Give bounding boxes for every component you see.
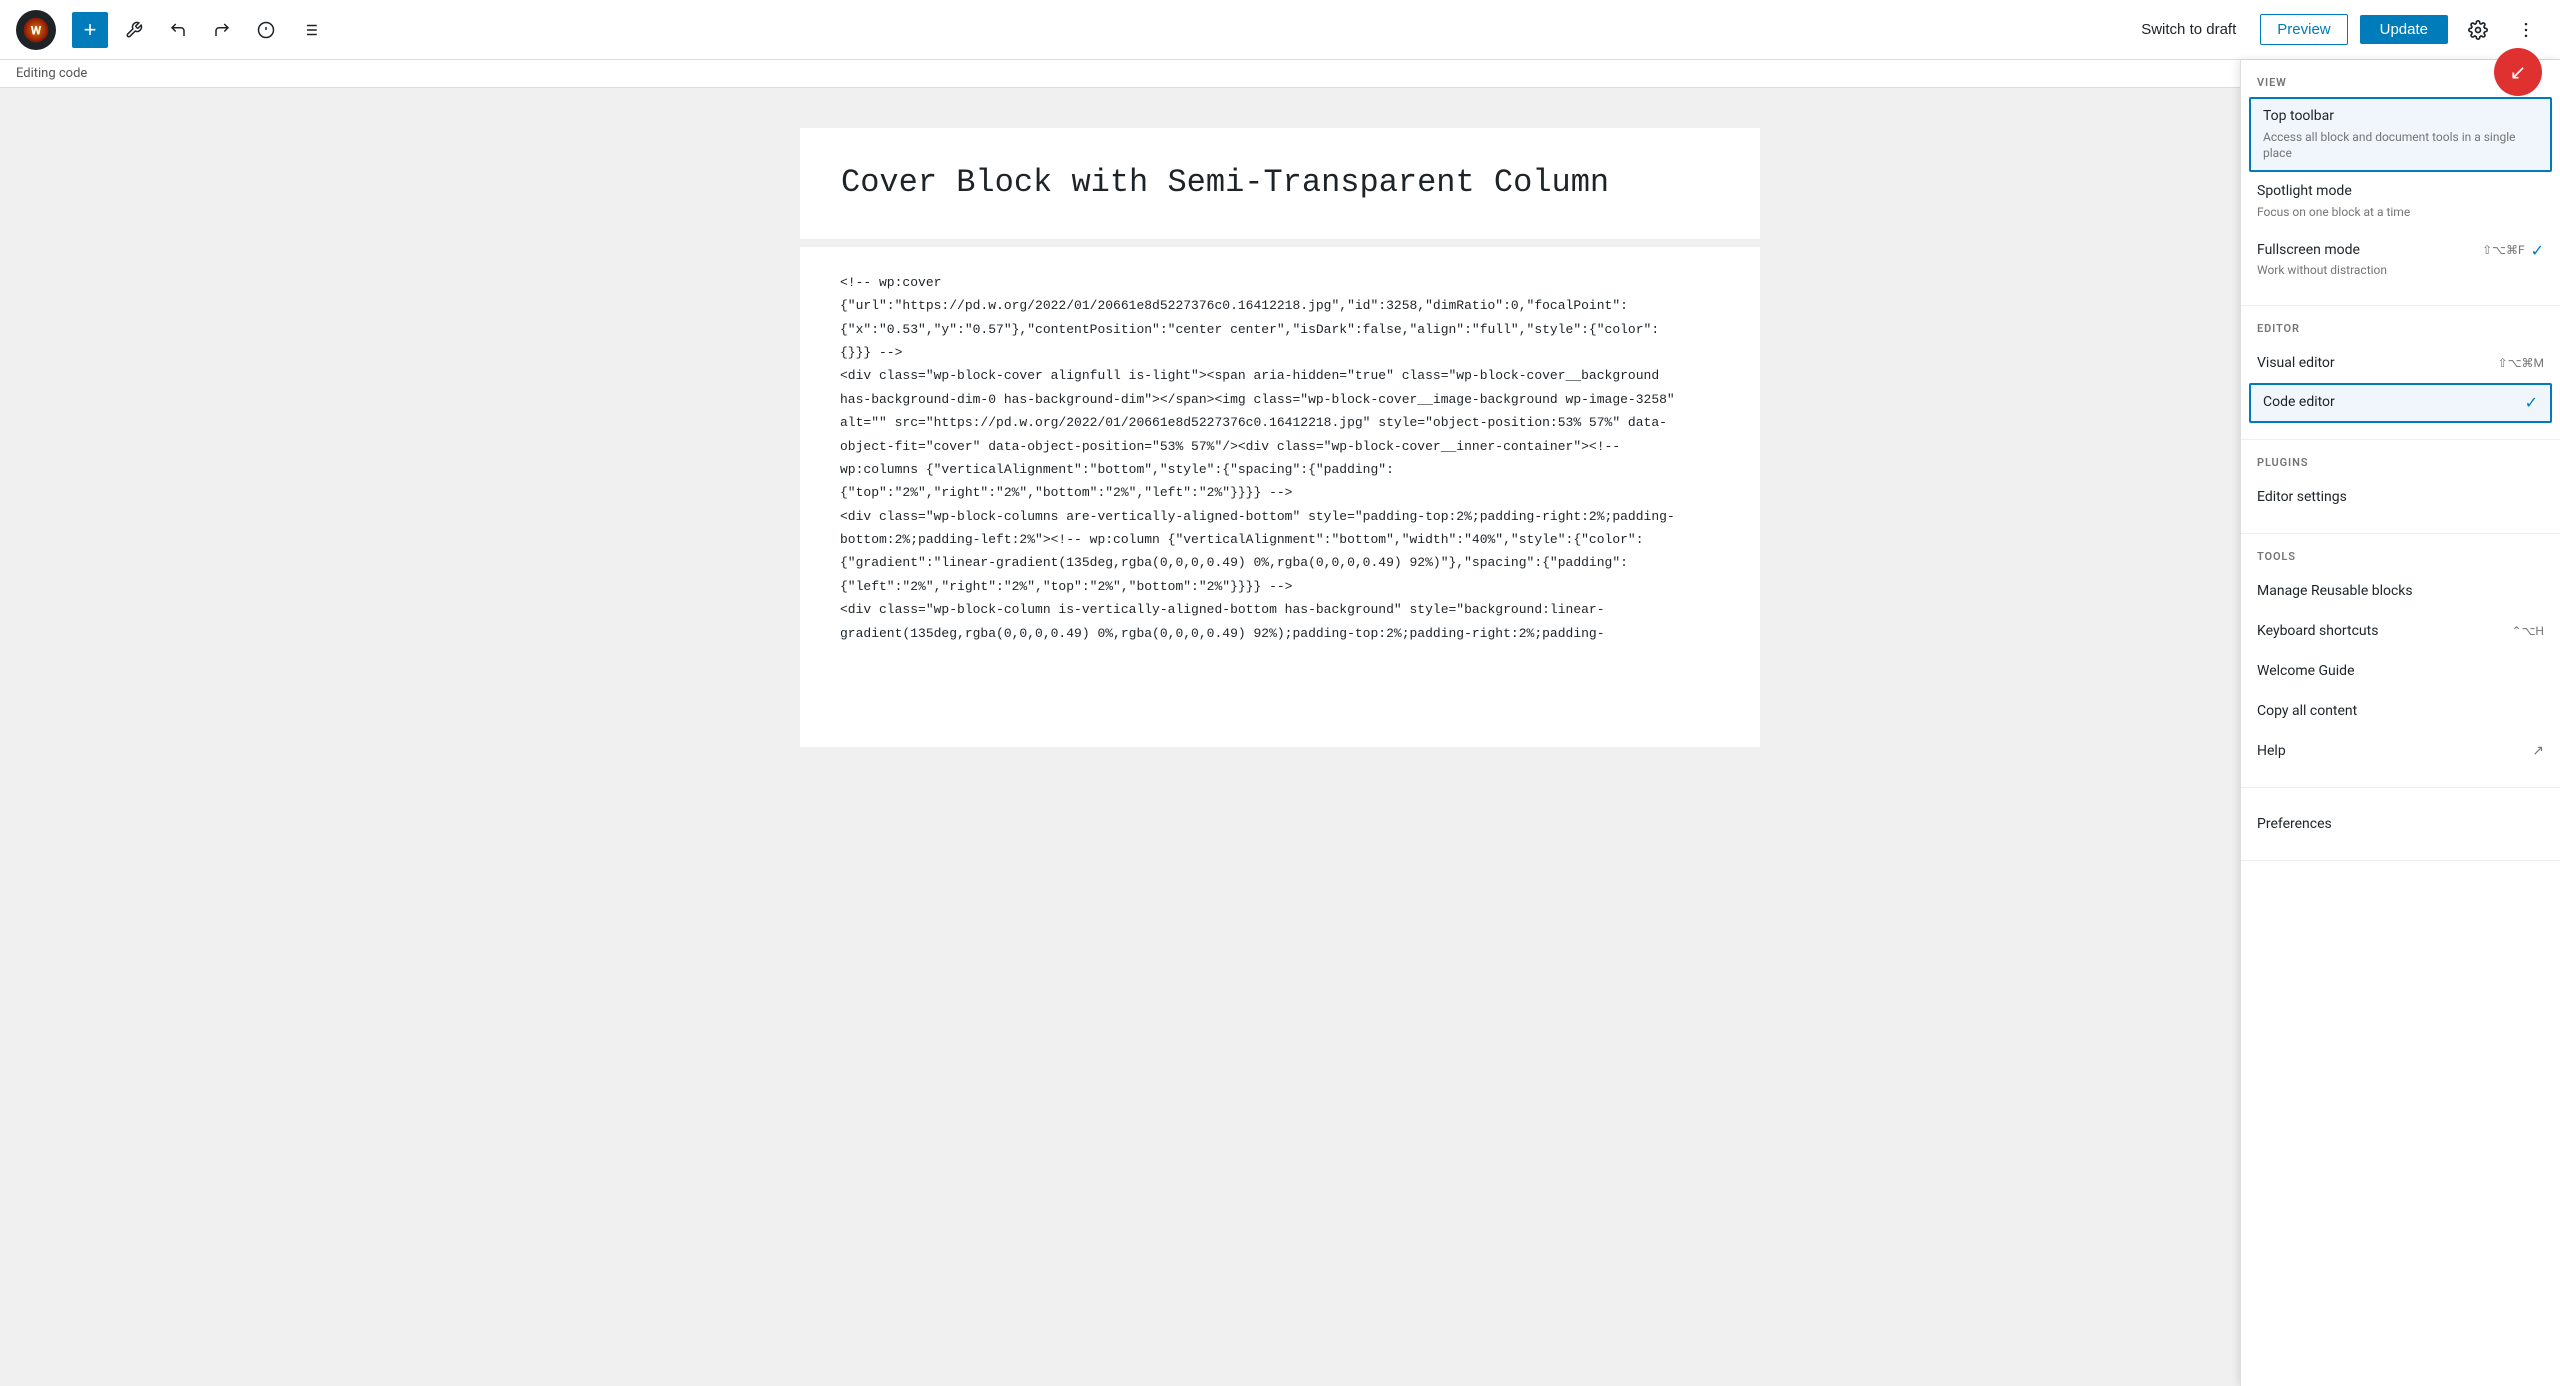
plugins-section: PLUGINS Editor settings	[2241, 440, 2560, 534]
help-external-icon: ↗	[2532, 743, 2544, 759]
switch-to-draft-button[interactable]: Switch to draft	[2129, 15, 2248, 44]
more-options-button[interactable]	[2508, 12, 2544, 48]
cursor-indicator: ↙	[2494, 48, 2542, 96]
fullscreen-check-icon: ✓	[2531, 241, 2544, 260]
plugins-section-label: PLUGINS	[2241, 456, 2560, 477]
keyboard-shortcuts-shortcut: ⌃⌥H	[2512, 624, 2544, 638]
spotlight-title: Spotlight mode	[2257, 182, 2544, 202]
tools-button[interactable]	[116, 12, 152, 48]
top-toolbar-item[interactable]: Top toolbar Access all block and documen…	[2249, 97, 2552, 172]
editor-section: EDITOR Visual editor ⇧⌥⌘M Code editor ✓	[2241, 306, 2560, 440]
preferences-section: Preferences	[2241, 788, 2560, 861]
code-editor-block[interactable]: <!-- wp:cover {"url":"https://pd.w.org/2…	[800, 247, 1760, 747]
editor-settings-label: Editor settings	[2257, 489, 2347, 505]
info-button[interactable]	[248, 12, 284, 48]
top-toolbar-title: Top toolbar	[2263, 107, 2538, 127]
top-bar-left: W +	[16, 10, 2129, 50]
help-item[interactable]: Help ↗	[2241, 731, 2560, 771]
redo-button[interactable]	[204, 12, 240, 48]
post-title-block: Cover Block with Semi-Transparent Column	[800, 128, 1760, 239]
top-bar-right: Switch to draft Preview Update	[2129, 12, 2544, 48]
manage-reusable-label: Manage Reusable blocks	[2257, 583, 2413, 599]
top-toolbar-desc: Access all block and document tools in a…	[2263, 129, 2538, 163]
view-section: VIEW Top toolbar Access all block and do…	[2241, 60, 2560, 306]
editing-bar: Editing code	[0, 60, 2560, 88]
code-editor-title: Code editor	[2263, 393, 2517, 413]
add-block-button[interactable]: +	[72, 12, 108, 48]
copy-all-item[interactable]: Copy all content	[2241, 691, 2560, 731]
update-button[interactable]: Update	[2360, 15, 2448, 44]
editor-settings-item[interactable]: Editor settings	[2241, 477, 2560, 517]
fullscreen-title: Fullscreen mode	[2257, 241, 2474, 261]
dropdown-panel: VIEW Top toolbar Access all block and do…	[2240, 60, 2560, 1386]
spotlight-desc: Focus on one block at a time	[2257, 204, 2544, 221]
editor-section-label: EDITOR	[2241, 322, 2560, 343]
welcome-guide-item[interactable]: Welcome Guide	[2241, 651, 2560, 691]
visual-editor-shortcut: ⇧⌥⌘M	[2498, 356, 2544, 370]
tools-section: TOOLS Manage Reusable blocks Keyboard sh…	[2241, 534, 2560, 788]
post-title: Cover Block with Semi-Transparent Column	[841, 161, 1719, 206]
settings-button[interactable]	[2460, 12, 2496, 48]
visual-editor-label: Visual editor	[2257, 355, 2335, 371]
list-view-button[interactable]	[292, 12, 328, 48]
copy-all-label: Copy all content	[2257, 703, 2357, 719]
welcome-guide-label: Welcome Guide	[2257, 663, 2355, 679]
editor-area: Cover Block with Semi-Transparent Column…	[0, 88, 2560, 1380]
editing-mode-label: Editing code	[16, 66, 87, 81]
keyboard-shortcuts-label: Keyboard shortcuts	[2257, 623, 2378, 639]
preview-button[interactable]: Preview	[2260, 14, 2347, 45]
fullscreen-desc: Work without distraction	[2257, 262, 2474, 279]
visual-editor-item[interactable]: Visual editor ⇧⌥⌘M	[2241, 343, 2560, 383]
top-bar: W +	[0, 0, 2560, 60]
cursor-arrow-icon: ↙	[2510, 60, 2527, 84]
help-label: Help	[2257, 743, 2286, 759]
wp-logo: W	[16, 10, 56, 50]
code-editor-check-icon: ✓	[2525, 393, 2538, 412]
spotlight-mode-item[interactable]: Spotlight mode Focus on one block at a t…	[2241, 172, 2560, 230]
code-content[interactable]: <!-- wp:cover {"url":"https://pd.w.org/2…	[840, 271, 1720, 645]
tools-section-label: TOOLS	[2241, 550, 2560, 571]
preferences-item[interactable]: Preferences	[2241, 804, 2560, 844]
fullscreen-shortcut: ⇧⌥⌘F	[2482, 243, 2525, 257]
manage-reusable-item[interactable]: Manage Reusable blocks	[2241, 571, 2560, 611]
code-editor-item[interactable]: Code editor ✓	[2249, 383, 2552, 423]
undo-button[interactable]	[160, 12, 196, 48]
main-area: Cover Block with Semi-Transparent Column…	[0, 88, 2560, 1380]
preferences-label: Preferences	[2257, 816, 2332, 832]
keyboard-shortcuts-item[interactable]: Keyboard shortcuts ⌃⌥H	[2241, 611, 2560, 651]
svg-text:W: W	[31, 23, 42, 37]
fullscreen-mode-item[interactable]: Fullscreen mode Work without distraction…	[2241, 231, 2560, 289]
